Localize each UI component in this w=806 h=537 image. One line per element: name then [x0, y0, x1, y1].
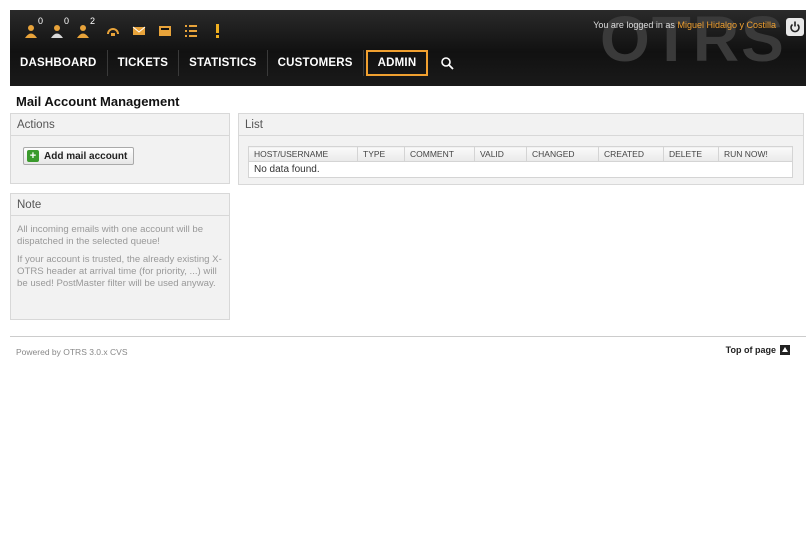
add-mail-account-label: Add mail account — [44, 150, 128, 162]
ticket-queue-icon[interactable] — [156, 16, 180, 44]
nav-search[interactable] — [428, 50, 466, 76]
login-prefix: You are logged in as — [593, 20, 675, 30]
new-phone-ticket-icon[interactable] — [104, 16, 128, 44]
search-icon — [441, 57, 454, 70]
list-header: List — [239, 114, 803, 136]
power-icon — [790, 21, 800, 33]
watched-tickets-count: 0 — [64, 16, 70, 26]
app-header: OTRS 0 0 2 You are logged in as Miguel H… — [10, 10, 806, 86]
nav-tickets[interactable]: TICKETS — [108, 50, 180, 76]
user-name-link[interactable]: Miguel Hidalgo y Costilla — [677, 20, 776, 30]
table-row: No data found. — [248, 161, 793, 178]
top-of-page-link[interactable]: Top of page — [726, 345, 790, 355]
logout-button[interactable] — [786, 18, 804, 36]
nav-statistics[interactable]: STATISTICS — [179, 50, 268, 76]
column-run-now[interactable]: RUN NOW! — [718, 146, 793, 162]
column-host-username[interactable]: HOST/USERNAME — [248, 146, 358, 162]
page-title: Mail Account Management — [16, 94, 180, 109]
actions-header: Actions — [11, 114, 229, 136]
column-created[interactable]: CREATED — [598, 146, 664, 162]
column-type[interactable]: TYPE — [357, 146, 405, 162]
plus-icon: + — [27, 150, 39, 162]
actions-box: Actions + Add mail account — [10, 113, 230, 184]
mail-account-table: HOST/USERNAME TYPE COMMENT VALID CHANGED… — [248, 146, 793, 178]
locked-tickets-icon[interactable]: 0 — [22, 16, 46, 44]
watched-tickets-icon[interactable]: 0 — [48, 16, 72, 44]
responsible-tickets-count: 2 — [90, 16, 96, 26]
nav-customers[interactable]: CUSTOMERS — [268, 50, 364, 76]
locked-tickets-count: 0 — [38, 16, 44, 26]
column-delete[interactable]: DELETE — [663, 146, 719, 162]
nav-admin[interactable]: ADMIN — [365, 50, 429, 76]
column-comment[interactable]: COMMENT — [404, 146, 475, 162]
escalation-view-icon[interactable] — [208, 16, 232, 44]
empty-message: No data found. — [248, 161, 793, 178]
login-info: You are logged in as Miguel Hidalgo y Co… — [593, 20, 776, 30]
note-box: Note All incoming emails with one accoun… — [10, 193, 230, 320]
powered-by: Powered by OTRS 3.0.x CVS — [16, 347, 128, 357]
toolbar: 0 0 2 — [22, 16, 234, 46]
column-valid[interactable]: VALID — [474, 146, 527, 162]
note-paragraph-1: All incoming emails with one account wil… — [17, 224, 204, 247]
list-box: List HOST/USERNAME TYPE COMMENT VALID CH… — [238, 113, 804, 185]
note-header: Note — [11, 194, 229, 216]
responsible-tickets-icon[interactable]: 2 — [74, 16, 98, 44]
top-of-page-label: Top of page — [725, 345, 776, 355]
note-body: All incoming emails with one account wil… — [11, 216, 229, 304]
note-paragraph-2: If your account is trusted, the already … — [17, 254, 222, 289]
footer-divider — [10, 336, 806, 337]
nav-dashboard[interactable]: DASHBOARD — [10, 50, 108, 76]
status-view-icon[interactable] — [182, 16, 206, 44]
column-changed[interactable]: CHANGED — [526, 146, 599, 162]
arrow-up-icon — [780, 345, 790, 355]
main-navigation: DASHBOARD TICKETS STATISTICS CUSTOMERS A… — [10, 50, 466, 76]
table-header-row: HOST/USERNAME TYPE COMMENT VALID CHANGED… — [248, 146, 793, 162]
add-mail-account-button[interactable]: + Add mail account — [23, 147, 135, 165]
new-email-ticket-icon[interactable] — [130, 16, 154, 44]
